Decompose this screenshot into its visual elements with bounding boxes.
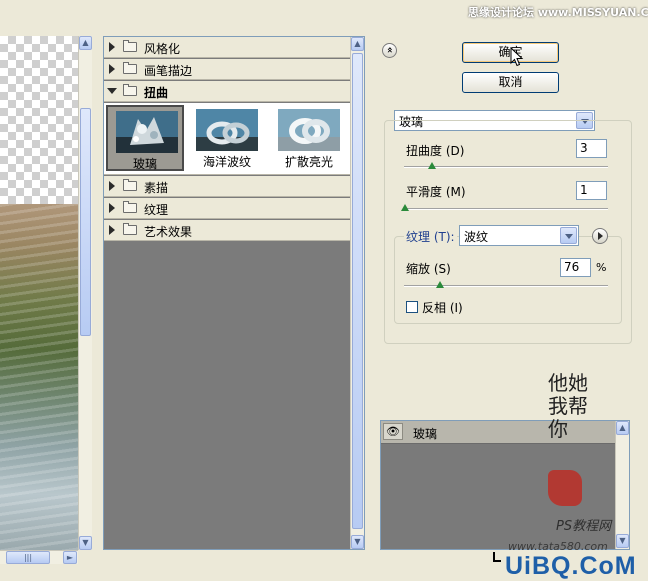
category-sketch[interactable]: 素描 [104, 176, 350, 197]
play-right-icon [598, 232, 603, 240]
eye-icon[interactable]: 👁 [383, 423, 403, 440]
texture-menu-button[interactable] [592, 228, 608, 244]
category-label: 素描 [144, 181, 169, 195]
category-stylize[interactable]: 风格化 [104, 37, 350, 58]
ps-site-watermark: PS教程网 [556, 519, 612, 534]
filter-thumb-glass[interactable]: 玻璃 [106, 105, 184, 171]
invert-label[interactable]: 反相 (I) [422, 299, 463, 316]
category-label: 纹理 [144, 203, 169, 217]
category-label: 风格化 [144, 42, 181, 56]
texture-select-value: 波纹 [464, 230, 489, 244]
collapse-arrow-icon[interactable] [107, 88, 117, 94]
scroll-up-icon[interactable]: ▲ [351, 37, 364, 51]
expand-arrow-icon[interactable] [109, 181, 115, 191]
expand-arrow-icon[interactable] [109, 225, 115, 235]
ocean-ripple-thumbnail-image [196, 109, 258, 151]
invert-checkbox[interactable] [406, 301, 418, 313]
site-watermark: 思缘设计论坛 www.MISSYUAN.COM [468, 6, 648, 19]
scaling-slider-track[interactable] [404, 285, 608, 287]
texture-label: 纹理 (T): [404, 228, 457, 245]
collapse-gallery-button[interactable]: « [382, 43, 397, 58]
distortion-slider-thumb[interactable] [428, 162, 436, 169]
distortion-input[interactable]: 3 [576, 139, 607, 158]
category-distort[interactable]: 扭曲 [104, 81, 350, 102]
scroll-thumb[interactable] [80, 108, 91, 336]
folder-icon [123, 223, 137, 235]
smoothness-slider-track[interactable] [404, 208, 608, 210]
effect-layer-label: 玻璃 [413, 427, 438, 441]
filter-thumb-ocean-ripple[interactable]: 海洋波纹 [188, 105, 266, 171]
filter-thumb-label: 扩散亮光 [284, 155, 333, 169]
diffuse-glow-thumbnail-image [278, 109, 340, 151]
scroll-up-icon[interactable]: ▲ [616, 421, 629, 435]
scaling-slider-thumb[interactable] [436, 281, 444, 288]
folder-icon [123, 62, 137, 74]
glass-thumbnail-image [116, 111, 178, 153]
texture-select[interactable]: 波纹 [459, 225, 579, 246]
scroll-thumb[interactable] [352, 53, 363, 529]
filter-thumb-label: 海洋波纹 [202, 155, 251, 169]
scroll-right-icon[interactable]: ► [63, 551, 77, 564]
scroll-up-icon[interactable]: ▲ [79, 36, 92, 50]
category-label: 画笔描边 [144, 64, 193, 78]
scroll-down-icon[interactable]: ▼ [351, 535, 364, 549]
category-label: 扭曲 [144, 86, 169, 100]
folder-open-icon [123, 84, 137, 96]
smoothness-slider-thumb[interactable] [401, 204, 409, 211]
scroll-down-icon[interactable]: ▼ [79, 536, 92, 550]
scroll-down-icon[interactable]: ▼ [616, 534, 629, 548]
category-texture[interactable]: 纹理 [104, 198, 350, 219]
resize-handle-icon[interactable] [493, 552, 501, 562]
preview-vertical-scrollbar[interactable]: ▲ ▼ [78, 36, 92, 550]
filter-thumb-label: 玻璃 [132, 157, 157, 171]
filter-gallery: 风格化 画笔描边 扭曲 玻璃 海洋波纹 扩散亮光 素描 纹理 艺术效果 ▲ ▼ [103, 36, 365, 550]
uibq-watermark: UiBQ.CoM [505, 552, 637, 580]
gallery-vertical-scrollbar[interactable]: ▲ ▼ [350, 37, 364, 549]
category-label: 艺术效果 [144, 225, 193, 239]
distortion-label: 扭曲度 (D) [406, 144, 465, 158]
category-artistic[interactable]: 艺术效果 [104, 220, 350, 241]
smoothness-input[interactable]: 1 [576, 181, 607, 200]
preview-image [0, 204, 78, 550]
preview-horizontal-scrollbar[interactable]: ||| ► [0, 550, 78, 564]
expand-arrow-icon[interactable] [109, 42, 115, 52]
signature-watermark: 他她我帮你 [548, 371, 588, 441]
scaling-unit: % [596, 261, 607, 274]
layers-vertical-scrollbar[interactable]: ▲ ▼ [615, 421, 629, 549]
dropdown-arrow-icon[interactable] [560, 227, 577, 244]
red-seal-stamp [548, 470, 582, 506]
category-brush-strokes[interactable]: 画笔描边 [104, 59, 350, 80]
folder-icon [123, 201, 137, 213]
scroll-thumb[interactable]: ||| [6, 551, 50, 564]
cancel-button[interactable]: 取消 [462, 72, 559, 93]
mouse-cursor-icon [510, 47, 524, 67]
expand-arrow-icon[interactable] [109, 64, 115, 74]
filter-thumb-diffuse-glow[interactable]: 扩散亮光 [270, 105, 348, 171]
scaling-input[interactable]: 76 [560, 258, 591, 277]
double-chevron-up-icon: « [384, 46, 396, 54]
scaling-label: 缩放 (S) [406, 262, 451, 276]
filter-thumbnails: 玻璃 海洋波纹 扩散亮光 [104, 103, 350, 175]
folder-icon [123, 179, 137, 191]
expand-arrow-icon[interactable] [109, 203, 115, 213]
smoothness-label: 平滑度 (M) [406, 185, 466, 199]
folder-icon [123, 40, 137, 52]
